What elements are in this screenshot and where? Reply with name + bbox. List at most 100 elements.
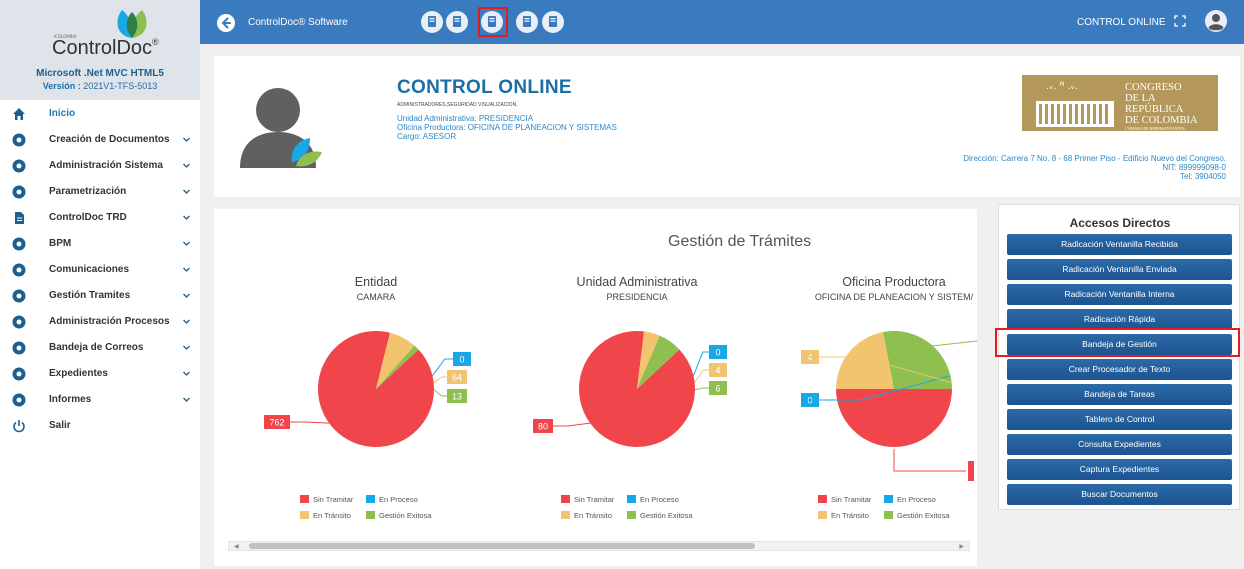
- sidebar-item-label: Gestión Tramites: [49, 290, 131, 301]
- acceso-button-1[interactable]: Radicación Ventanilla Enviada: [1007, 259, 1232, 280]
- chart-title-0: Entidad: [354, 275, 398, 289]
- sidebar-item-label: Administración Procesos: [49, 316, 170, 327]
- sidebar-item-creación-de-documentos[interactable]: Creación de Documentos: [0, 127, 200, 153]
- pie-connector-0-0: [290, 421, 330, 424]
- profile-card: CONTROL ONLINE ADMINISTRADORES,SEGURIDAD…: [214, 56, 1240, 197]
- sidebar-item-informes[interactable]: Informes: [0, 387, 200, 413]
- acceso-button-9[interactable]: Captura Expedientes: [1007, 459, 1232, 480]
- sidebar-item-label: ControlDoc TRD: [49, 212, 127, 223]
- horizontal-scrollbar[interactable]: ◀ ▶: [228, 541, 970, 551]
- legend-label: Gestión Exitosa: [897, 511, 950, 520]
- highlight-box: [995, 328, 1240, 357]
- acceso-button-0[interactable]: Radicación Ventanilla Recibida: [1007, 234, 1232, 255]
- pie-label-0-3: 13: [447, 389, 467, 403]
- plus-circle-icon: [12, 133, 26, 147]
- acceso-button-2[interactable]: Radicación Ventanilla Interna: [1007, 284, 1232, 305]
- home-icon: [13, 108, 25, 120]
- book-icon[interactable]: [542, 11, 564, 33]
- sidebar-item-bpm[interactable]: BPM: [0, 231, 200, 257]
- print-icon-glyph: [523, 16, 531, 27]
- accesos-directos-panel: Accesos Directos Radicación Ventanilla R…: [998, 204, 1240, 510]
- gear-icon: [12, 185, 26, 199]
- print-icon[interactable]: [516, 11, 538, 33]
- chevron-down-icon[interactable]: [182, 395, 191, 404]
- chevron-down-icon[interactable]: [182, 317, 191, 326]
- pie-label-1-1: 0: [709, 345, 727, 359]
- legend-swatch: [300, 511, 309, 519]
- legend-swatch: [627, 495, 636, 503]
- sidebar-item-salir[interactable]: Salir: [0, 413, 200, 439]
- congreso-logo: .ᵥ. ᴺ .ᵥ. CONGRESO DE LA REPÚBLICA DE CO…: [1022, 75, 1218, 131]
- sidebar-item-label: Salir: [49, 420, 71, 431]
- chart-panel: 762 0 64 13 Sin Tramitar En Proceso En Tránsit…: [214, 209, 977, 566]
- chart-subtitle-2: OFICINA DE PLANEACION Y SISTEM/: [814, 292, 974, 302]
- sidebar-item-gestión-tramites[interactable]: Gestión Tramites: [0, 283, 200, 309]
- compass-icon: [12, 341, 26, 355]
- legend-label: En Proceso: [640, 495, 679, 504]
- acceso-button-10[interactable]: Buscar Documentos: [1007, 484, 1232, 505]
- chevron-down-icon[interactable]: [182, 265, 191, 274]
- logo-brand: ControlDoc®: [52, 37, 159, 59]
- chart-main-title: Gestión de Trámites: [668, 233, 812, 250]
- history-icon: [12, 263, 26, 277]
- acceso-button-6[interactable]: Bandeja de Tareas: [1007, 384, 1232, 405]
- chevron-down-icon[interactable]: [182, 343, 191, 352]
- sidebar-item-comunicaciones[interactable]: Comunicaciones: [0, 257, 200, 283]
- legend-label: Sin Tramitar: [313, 495, 354, 504]
- entity-address: Dirección: Carrera 7 No. 8 - 68 Primer P…: [963, 154, 1226, 163]
- chevron-down-icon[interactable]: [182, 187, 191, 196]
- chevron-down-icon[interactable]: [182, 369, 191, 378]
- acceso-button-5[interactable]: Crear Procesador de Texto: [1007, 359, 1232, 380]
- logo-subtitle: Microsoft .Net MVC HTML5: [36, 68, 164, 79]
- user-avatar-icon[interactable]: [1205, 10, 1227, 32]
- chevron-down-icon[interactable]: [182, 213, 191, 222]
- sidebar-item-label: Parametrización: [49, 186, 127, 197]
- expand-icon[interactable]: [1174, 15, 1186, 27]
- legend-swatch: [561, 511, 570, 519]
- logo-area: ICOLOMBIA ControlDoc® Microsoft .Net MVC…: [0, 0, 200, 100]
- legend-swatch: [366, 511, 375, 519]
- sidebar-item-bandeja-de-correos[interactable]: Bandeja de Correos: [0, 335, 200, 361]
- search-icon[interactable]: [446, 11, 468, 33]
- svg-text:64: 64: [452, 373, 462, 383]
- pie-connector-0-3: [433, 389, 447, 397]
- legend-swatch: [818, 495, 827, 503]
- chevron-down-icon[interactable]: [182, 135, 191, 144]
- chevron-down-icon[interactable]: [182, 239, 191, 248]
- sidebar-item-expedientes[interactable]: Expedientes: [0, 361, 200, 387]
- legend-label: Gestión Exitosa: [640, 511, 693, 520]
- logo-version: Versión : 2021V1-TFS-5013: [42, 81, 158, 91]
- pie-icon: [12, 315, 26, 329]
- sidebar-item-administración-procesos[interactable]: Administración Procesos: [0, 309, 200, 335]
- user-name[interactable]: CONTROL ONLINE: [1077, 17, 1166, 28]
- profile-avatar-icon: [240, 88, 322, 168]
- acceso-button-8[interactable]: Consulta Expedientes: [1007, 434, 1232, 455]
- legend-swatch: [884, 511, 893, 519]
- sidebar-item-parametrización[interactable]: Parametrización: [0, 179, 200, 205]
- back-button[interactable]: [217, 14, 235, 32]
- acceso-button-3[interactable]: Radicación Rápida: [1007, 309, 1232, 330]
- legend-label: En Tránsito: [313, 511, 351, 520]
- svg-text:4: 4: [715, 366, 720, 376]
- controldoc-logo-icon: [117, 10, 147, 38]
- scroll-left-icon[interactable]: ◀: [234, 543, 239, 550]
- document-search-icon-glyph: [428, 16, 436, 27]
- legend-swatch: [627, 511, 636, 519]
- pie-connector-extra: [893, 449, 966, 472]
- chevron-down-icon[interactable]: [182, 291, 191, 300]
- sidebar-item-controldoc-trd[interactable]: ControlDoc TRD: [0, 205, 200, 231]
- book-icon-glyph: [549, 16, 557, 27]
- acceso-button-7[interactable]: Tablero de Control: [1007, 409, 1232, 430]
- sidebar-item-inicio[interactable]: Inicio: [0, 101, 200, 127]
- sidebar-item-administración-sistema[interactable]: Administración Sistema: [0, 153, 200, 179]
- chevron-down-icon[interactable]: [182, 161, 191, 170]
- scrollbar-thumb[interactable]: [249, 543, 755, 549]
- dot-circle-icon: [12, 393, 26, 407]
- scroll-right-icon[interactable]: ▶: [959, 543, 964, 550]
- sidebar-item-label: Inicio: [49, 108, 76, 119]
- svg-text:0: 0: [459, 355, 464, 365]
- document-search-icon[interactable]: [421, 11, 443, 33]
- topbar: ControlDoc® Software CONTROL ONLINE: [200, 0, 1244, 44]
- pie-slice-2-0[interactable]: [836, 389, 952, 447]
- highlight-box: [478, 7, 508, 37]
